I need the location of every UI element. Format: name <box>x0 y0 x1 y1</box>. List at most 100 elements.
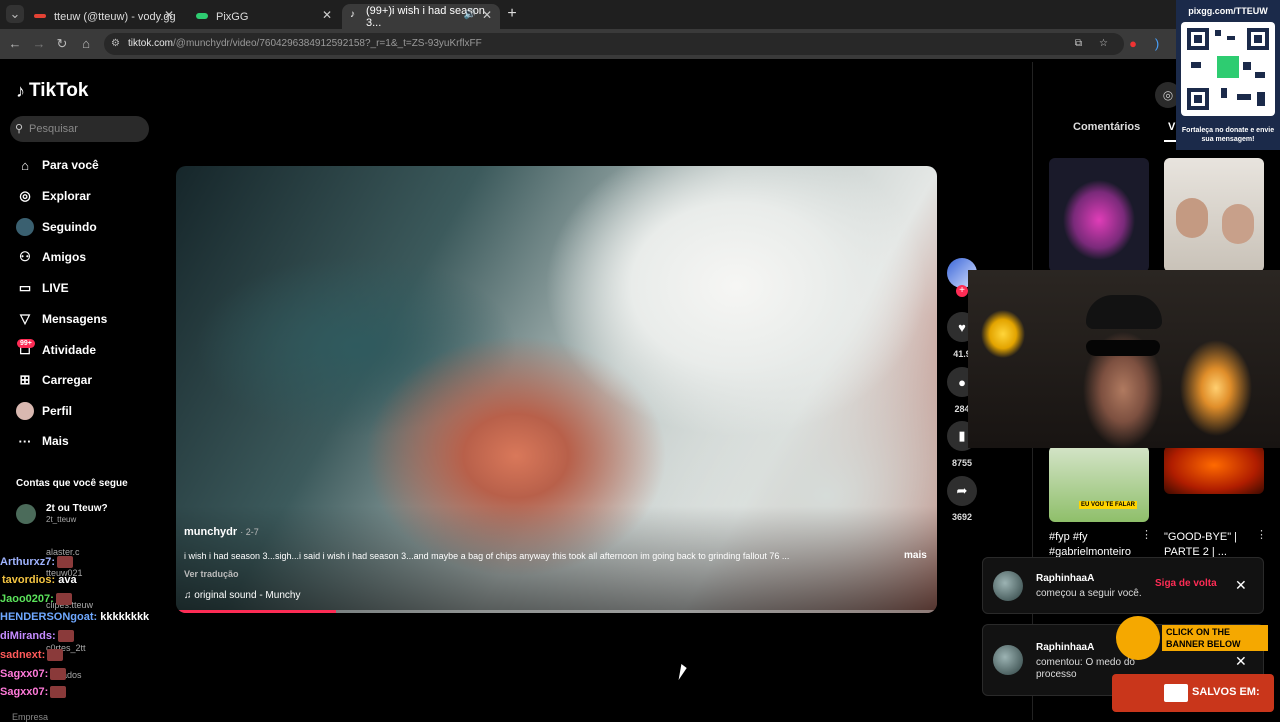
nav-para-voce[interactable]: ⌂ Para você <box>16 154 99 176</box>
new-tab-button[interactable]: + <box>503 5 521 23</box>
live-icon: ▭ <box>18 280 32 295</box>
footer-link[interactable]: Empresa <box>12 712 48 722</box>
tab-videos[interactable]: V <box>1168 121 1175 133</box>
video-progress-bar[interactable] <box>176 610 937 613</box>
video-author[interactable]: munchydr <box>184 526 237 538</box>
flag-icon <box>1164 684 1188 702</box>
emote-icon <box>50 686 67 699</box>
reload-icon[interactable]: ↻ <box>53 35 71 53</box>
hand-pointer-icon <box>1116 616 1160 660</box>
search-input[interactable]: ⚲ Pesquisar <box>10 116 149 142</box>
thumb-person <box>1222 204 1254 244</box>
chat-user: Arthurxz7: <box>0 556 56 568</box>
nav-live[interactable]: ▭ LIVE <box>16 277 69 299</box>
nav-explorar[interactable]: ◎ Explorar <box>16 185 90 207</box>
profile-icon <box>16 402 34 420</box>
chat-user: sadnext: <box>0 649 46 661</box>
streamer-sunglasses <box>1086 340 1160 356</box>
nav-perfil[interactable]: Perfil <box>16 400 72 422</box>
url-field[interactable]: ⚙ tiktok.com/@munchydr/video/76042963849… <box>104 33 1124 55</box>
home-icon[interactable]: ⌂ <box>77 35 95 53</box>
nav-label: Seguindo <box>42 220 97 234</box>
caption-more-link[interactable]: mais <box>904 550 927 561</box>
close-tab-icon[interactable]: ✕ <box>482 8 492 22</box>
chat-user: Sagxx07: <box>0 668 49 680</box>
video-player[interactable]: munchydr · 2-7 i wish i had season 3...s… <box>176 166 937 613</box>
tab-audio-icon[interactable]: 🔊 <box>464 9 476 20</box>
search-icon: ⚲ <box>15 123 24 135</box>
chat-line: sadnext: <box>0 648 64 662</box>
install-app-icon[interactable]: ⧉ <box>1075 33 1082 55</box>
nav-seguindo[interactable]: Seguindo <box>16 216 97 238</box>
video-caption[interactable]: #fyp #fy #gabrielmonteiro <box>1049 530 1149 560</box>
site-info-icon[interactable]: ⚙ <box>111 33 120 55</box>
video-date: · 2-7 <box>240 527 259 537</box>
save-count: 8755 <box>951 458 973 468</box>
video-thumbnail[interactable] <box>1049 158 1149 272</box>
streamer-hair <box>1086 295 1162 329</box>
chat-line: Sagxx07: <box>0 667 67 681</box>
nav-label: Amigos <box>42 250 87 264</box>
click-banner: CLICK ON THE BANNER BELOW <box>1114 614 1270 662</box>
follow-notification[interactable]: RaphinhaaA começou a seguir você. Siga d… <box>982 557 1264 614</box>
follow-back-button[interactable]: Siga de volta <box>1155 578 1217 589</box>
avatar <box>993 571 1023 601</box>
comment-icon: ● <box>958 374 966 390</box>
browser-tab-pixgg[interactable]: PixGG ✕ <box>184 4 340 29</box>
chat-user: HENDERSONgoat: <box>0 611 98 623</box>
video-thumbnail[interactable]: EU VOU TE FALAR <box>1049 446 1149 522</box>
nav-carregar[interactable]: ⊞ Carregar <box>16 369 92 391</box>
tiktok-logo[interactable]: ♪ TikTok <box>16 80 88 102</box>
search-placeholder: Pesquisar <box>29 123 78 135</box>
emote-icon <box>57 556 74 569</box>
browser-tab-bar: ⌄ tteuw (@tteuw) - vody.gg ✕ PixGG ✕ ♪ (… <box>0 0 1280 29</box>
pix-donation-panel: pixgg.com/TTEUW Fortaleça no donate e en… <box>1176 0 1280 150</box>
video-thumbnail[interactable] <box>1164 446 1264 494</box>
video-author-row: munchydr · 2-7 <box>184 526 259 538</box>
browser-tab-tiktok[interactable]: ♪ (99+)i wish i had season 3... 🔊 ✕ <box>342 4 500 29</box>
sound-label: original sound - Munchy <box>194 590 301 601</box>
click-banner-text: CLICK ON THE BANNER BELOW <box>1162 625 1268 651</box>
qr-code <box>1181 22 1275 116</box>
sound-row[interactable]: ♫ original sound - Munchy <box>184 590 300 601</box>
thumbnail-tag: EU VOU TE FALAR <box>1079 501 1138 509</box>
bookmark-icon: ▮ <box>958 428 966 443</box>
share-button[interactable]: ➦ <box>947 476 977 506</box>
nav-label: LIVE <box>42 281 69 295</box>
close-tab-icon[interactable]: ✕ <box>322 8 332 22</box>
pix-subtitle: Fortaleça no donate e envie sua mensagem… <box>1181 127 1275 143</box>
extension-icon[interactable]: ● <box>1124 35 1142 53</box>
notification-user: RaphinhaaA <box>1036 573 1095 584</box>
more-options-icon[interactable]: ⋮ <box>1141 528 1152 541</box>
forward-icon[interactable]: → <box>30 35 48 53</box>
tiktok-note-icon: ♪ <box>16 80 25 101</box>
nav-amigos[interactable]: ⚇ Amigos <box>16 246 86 268</box>
bookmark-star-icon[interactable]: ☆ <box>1099 33 1108 55</box>
follow-plus-icon[interactable]: + <box>956 285 968 297</box>
chat-line: tavordios: ava <box>2 573 77 587</box>
video-thumbnail[interactable] <box>1164 158 1264 272</box>
back-icon[interactable]: ← <box>6 35 24 53</box>
notification-user: RaphinhaaA <box>1036 642 1095 653</box>
tab-comments[interactable]: Comentários <box>1073 121 1140 133</box>
avatar[interactable] <box>16 504 36 524</box>
nav-label: Mensagens <box>42 312 108 326</box>
tab-title: (99+)i wish i had season 3... <box>366 4 485 29</box>
extension-audio-icon[interactable]: ) <box>1148 35 1166 53</box>
nav-mensagens[interactable]: ▽ Mensagens <box>16 308 107 330</box>
chat-message: kkkkkkkk <box>100 611 150 623</box>
followed-account-name[interactable]: 2t ou Tteuw? <box>46 503 108 514</box>
browser-tab-vody[interactable]: tteuw (@tteuw) - vody.gg ✕ <box>22 4 182 29</box>
more-options-icon[interactable]: ⋮ <box>1256 528 1267 541</box>
friends-icon: ⚇ <box>19 249 31 264</box>
video-caption[interactable]: "GOOD-BYE" | PARTE 2 | ... <box>1164 530 1260 560</box>
close-tab-icon[interactable]: ✕ <box>164 8 174 22</box>
nav-mais[interactable]: ··· Mais <box>16 430 69 452</box>
tiktok-favicon-icon: ♪ <box>350 9 355 20</box>
chat-user: Jaoo0207: <box>0 593 54 605</box>
translate-link[interactable]: Ver tradução <box>184 569 239 579</box>
browser-address-bar: ← → ↻ ⌂ ⚙ tiktok.com/@munchydr/video/760… <box>0 29 1280 59</box>
close-icon[interactable]: ✕ <box>1235 577 1247 594</box>
mouse-cursor-icon <box>678 664 688 680</box>
chat-user: Sagxx07: <box>0 686 49 698</box>
